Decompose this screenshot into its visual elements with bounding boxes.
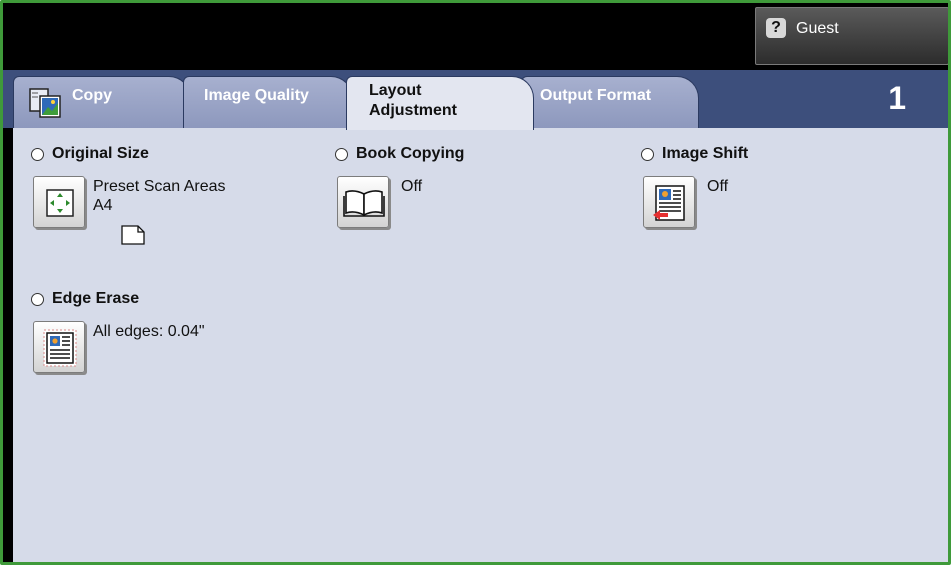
screen-frame: ? Guest Copy Image Quality Output Format… <box>0 0 951 565</box>
guest-button[interactable]: ? Guest <box>755 7 948 65</box>
book-copying-radio[interactable] <box>335 147 348 161</box>
guest-label: Guest <box>796 20 839 37</box>
tab-layout-adjustment[interactable]: Layout Adjustment <box>346 76 534 130</box>
tab-output-format[interactable]: Output Format <box>521 76 699 128</box>
book-copying-value: Off <box>401 178 423 195</box>
tab-copy[interactable]: Copy <box>13 76 191 128</box>
help-icon: ? <box>766 18 786 38</box>
edge-erase-icon <box>43 329 77 367</box>
tab-bar: Copy Image Quality Output Format Layout … <box>3 70 948 130</box>
image-shift-title: Image Shift <box>662 145 749 162</box>
edge-erase-title: Edge Erase <box>52 290 140 307</box>
open-book-icon <box>343 190 385 217</box>
tab-copy-label: Copy <box>72 87 112 104</box>
copy-count: 1 <box>888 80 906 116</box>
scan-area-arrows-icon <box>46 189 74 217</box>
image-shift-radio[interactable] <box>641 147 654 161</box>
original-size-title: Original Size <box>52 145 149 162</box>
tab-output-format-label: Output Format <box>540 87 652 104</box>
original-size-button[interactable] <box>33 176 85 228</box>
tab-image-quality[interactable]: Image Quality <box>183 76 353 128</box>
original-size-radio[interactable] <box>31 147 44 161</box>
book-copying-heading[interactable]: Book Copying <box>335 145 464 163</box>
edge-erase-heading[interactable]: Edge Erase <box>31 290 139 308</box>
edge-erase-button[interactable] <box>33 321 85 373</box>
edge-erase-radio[interactable] <box>31 292 44 306</box>
image-shift-icon <box>653 185 685 221</box>
edge-erase-value: All edges: 0.04" <box>93 323 205 340</box>
image-shift-value: Off <box>707 178 729 195</box>
image-shift-heading[interactable]: Image Shift <box>641 145 748 163</box>
layout-adjustment-panel: Original Size Preset Scan Areas A4 Book … <box>13 128 948 562</box>
tab-layout-adjustment-label: Layout Adjustment <box>369 82 457 119</box>
book-copying-button[interactable] <box>337 176 389 228</box>
original-size-value: Preset Scan Areas A4 <box>93 178 226 214</box>
tab-image-quality-label: Image Quality <box>204 87 309 104</box>
book-copying-title: Book Copying <box>356 145 465 162</box>
image-shift-button[interactable] <box>643 176 695 228</box>
original-size-heading[interactable]: Original Size <box>31 145 149 163</box>
copy-icon <box>29 88 61 118</box>
paper-portrait-icon <box>121 225 145 245</box>
